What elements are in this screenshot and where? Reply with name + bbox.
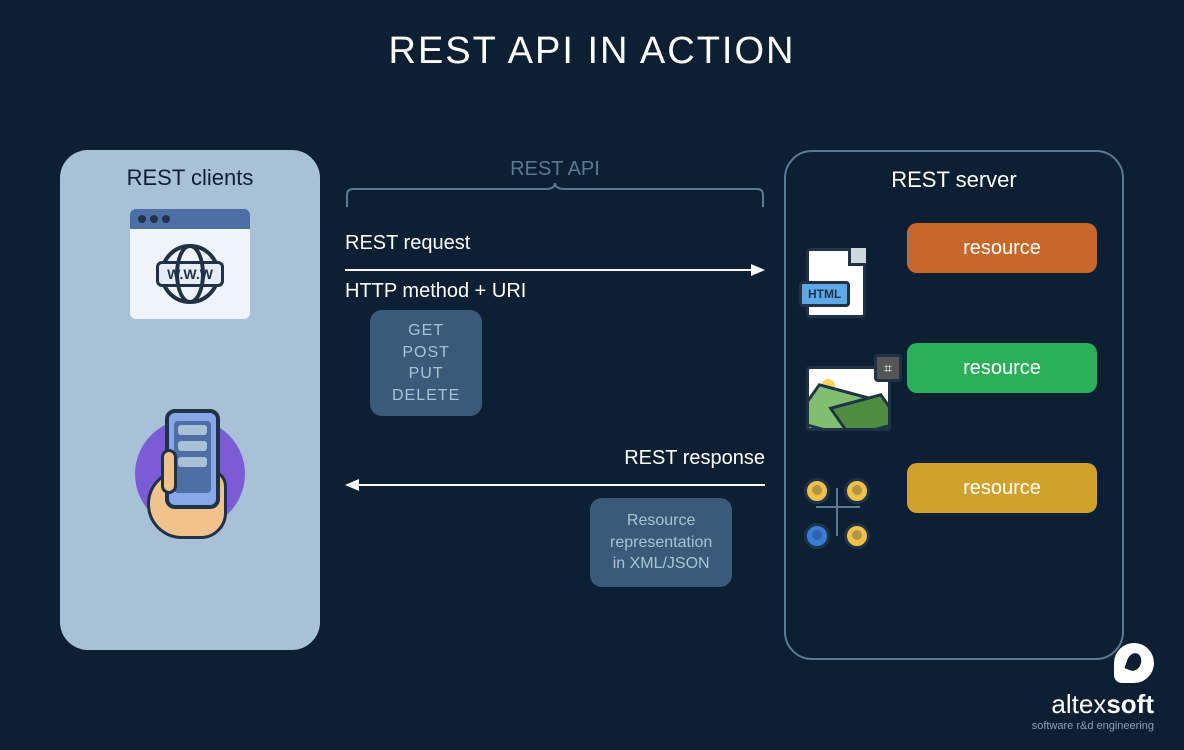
method-post: POST — [392, 342, 460, 364]
logo-brand: altexsoft — [1032, 689, 1154, 720]
html-file-icon: HTML — [806, 248, 896, 323]
globe-icon: W.W.W — [160, 244, 220, 304]
altexsoft-logo: altexsoft software r&d engineering — [1032, 643, 1154, 732]
page-title: REST API IN ACTION — [0, 0, 1184, 73]
image-file-icon: ⌗ — [806, 366, 896, 441]
resource-row-html: resource HTML — [786, 218, 1122, 313]
request-label: REST request — [345, 232, 470, 255]
resource-badge: resource — [907, 463, 1097, 513]
response-line2: representation — [610, 532, 712, 554]
http-method-uri-label: HTTP method + URI — [345, 280, 526, 303]
clients-panel: REST clients W.W.W — [60, 150, 320, 650]
rest-api-brace: REST API — [345, 158, 765, 209]
logo-brand-bold: soft — [1106, 689, 1154, 719]
crop-icon: ⌗ — [874, 354, 902, 382]
rest-api-label: REST API — [345, 158, 765, 181]
method-get: GET — [392, 320, 460, 342]
resource-row-users: resource — [786, 458, 1122, 553]
arrow-left-icon — [345, 475, 765, 495]
diagram-stage: REST clients W.W.W REST API REST request — [60, 150, 1124, 690]
server-panel: REST server resource HTML resource ⌗ res… — [784, 150, 1124, 660]
resource-row-image: resource ⌗ — [786, 338, 1122, 433]
logo-brand-light: altex — [1051, 689, 1106, 719]
http-methods-box: GET POST PUT DELETE — [370, 310, 482, 416]
response-arrow: REST response — [345, 475, 765, 495]
response-label: REST response — [624, 447, 765, 470]
request-arrow: REST request — [345, 260, 765, 280]
users-network-icon — [796, 478, 886, 553]
phone-in-hand-icon — [125, 409, 255, 549]
resource-badge: resource — [907, 343, 1097, 393]
response-box: Resource representation in XML/JSON — [590, 498, 732, 587]
logo-tagline: software r&d engineering — [1032, 720, 1154, 732]
server-heading: REST server — [786, 167, 1122, 193]
browser-www-icon: W.W.W — [130, 209, 250, 319]
resource-badge: resource — [907, 223, 1097, 273]
html-tag-label: HTML — [799, 281, 850, 307]
arrow-right-icon — [345, 260, 765, 280]
response-line1: Resource — [610, 510, 712, 532]
method-put: PUT — [392, 363, 460, 385]
www-label: W.W.W — [156, 261, 224, 287]
brace-icon — [345, 181, 765, 209]
logo-bubble-icon — [1114, 643, 1154, 683]
response-line3: in XML/JSON — [610, 553, 712, 575]
method-delete: DELETE — [392, 385, 460, 407]
clients-heading: REST clients — [60, 165, 320, 191]
